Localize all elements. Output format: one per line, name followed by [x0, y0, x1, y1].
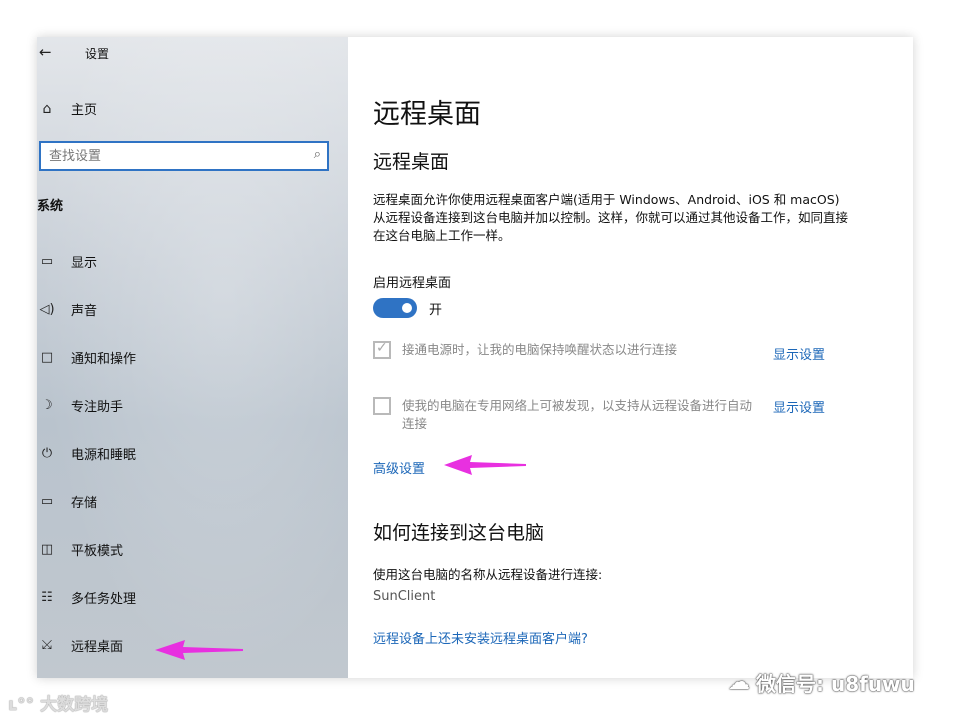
home-icon: ⌂ — [42, 100, 52, 117]
annotation-arrow-icon — [444, 455, 526, 475]
sidebar-home[interactable]: ⌂ 主页 — [37, 99, 98, 119]
speaker-icon: ◁) — [39, 301, 55, 317]
watermark-logo-icon: ʟ°° — [8, 695, 35, 715]
back-arrow-icon[interactable]: ← — [39, 43, 52, 61]
how-to-connect-title: 如何连接到这台电脑 — [373, 522, 545, 544]
description: 远程桌面允许你使用远程桌面客户端(适用于 Windows、Android、iOS… — [373, 192, 849, 243]
show-settings-link-2[interactable]: 显示设置 — [773, 397, 825, 416]
power-icon: ⏻ — [41, 445, 53, 461]
watermark-right-text: 微信号: u8fuwu — [756, 672, 915, 696]
annotation-arrow-icon — [155, 640, 243, 660]
toggle-state-label: 开 — [429, 303, 443, 318]
sidebar-item-multitasking[interactable]: ☷ 多任务处理 — [37, 573, 136, 621]
sidebar-item-display[interactable]: ▭ 显示 — [37, 237, 136, 285]
enable-label: 启用远程桌面 — [373, 276, 452, 291]
sidebar-item-label: 显示 — [71, 255, 98, 271]
sidebar-nav: ▭ 显示 ◁) 声音 □ 通知和操作 ☽ 专注助手 ⏻ 电源和睡眠 ▭ 存储 ◫… — [37, 237, 136, 669]
sidebar-item-label: 多任务处理 — [71, 591, 137, 607]
sidebar-item-label: 存储 — [71, 495, 98, 511]
watermark-left: ʟ°° 大数跨境 — [8, 690, 108, 715]
sidebar-home-label: 主页 — [71, 103, 98, 118]
settings-window: ← 设置 ⌂ 主页 ⌕ 系统 ▭ 显示 ◁) 声音 □ 通知和操作 — [37, 37, 913, 678]
sidebar-item-remote-desktop[interactable]: ⤩ 远程桌面 — [37, 621, 136, 669]
page-title: 远程桌面 — [373, 99, 481, 130]
search-box[interactable]: ⌕ — [39, 141, 329, 171]
main-panel: 远程桌面 远程桌面 远程桌面允许你使用远程桌面客户端(适用于 Windows、A… — [348, 37, 913, 678]
monitor-icon: ▭ — [40, 253, 54, 269]
sidebar-item-notifications[interactable]: □ 通知和操作 — [37, 333, 136, 381]
toggle-knob — [402, 303, 412, 313]
sidebar-item-label: 远程桌面 — [71, 639, 124, 655]
sidebar-item-power[interactable]: ⏻ 电源和睡眠 — [37, 429, 136, 477]
sidebar-item-label: 电源和睡眠 — [71, 447, 137, 463]
remote-desktop-toggle[interactable] — [373, 298, 417, 318]
moon-icon: ☽ — [41, 397, 53, 413]
sidebar-item-label: 声音 — [71, 303, 98, 319]
sidebar-item-label: 专注助手 — [71, 399, 124, 415]
keep-awake-label: 接通电源时，让我的电脑保持唤醒状态以进行连接 — [402, 342, 678, 357]
watermark-right: ☁ 微信号: u8fuwu — [728, 668, 915, 697]
sidebar: ← 设置 ⌂ 主页 ⌕ 系统 ▭ 显示 ◁) 声音 □ 通知和操作 — [37, 37, 348, 678]
multitask-icon: ☷ — [41, 589, 53, 605]
discoverable-checkbox[interactable] — [373, 397, 391, 415]
sidebar-item-storage[interactable]: ▭ 存储 — [37, 477, 136, 525]
tablet-icon: ◫ — [40, 541, 54, 557]
wechat-icon: ☁ — [728, 670, 750, 695]
storage-icon: ▭ — [40, 493, 54, 509]
client-not-installed-link[interactable]: 远程设备上还未安装远程桌面客户端? — [373, 628, 588, 647]
search-input[interactable] — [41, 143, 299, 169]
how-to-connect-text: 使用这台电脑的名称从远程设备进行连接: — [373, 567, 603, 582]
sidebar-item-tablet[interactable]: ◫ 平板模式 — [37, 525, 136, 573]
show-settings-link-1[interactable]: 显示设置 — [773, 344, 825, 363]
notification-icon: □ — [40, 349, 54, 365]
sidebar-item-focus-assist[interactable]: ☽ 专注助手 — [37, 381, 136, 429]
sidebar-item-label: 平板模式 — [71, 543, 124, 559]
app-title: 设置 — [85, 47, 110, 61]
section-title: 远程桌面 — [373, 151, 450, 173]
advanced-settings-link[interactable]: 高级设置 — [373, 458, 425, 477]
keep-awake-checkbox[interactable]: ✓ — [373, 340, 391, 359]
checkmark-icon: ✓ — [376, 340, 388, 356]
sidebar-item-label: 通知和操作 — [71, 351, 137, 367]
section-label: 系统 — [37, 199, 64, 214]
sidebar-item-sound[interactable]: ◁) 声音 — [37, 285, 136, 333]
pc-name: SunClient — [373, 589, 436, 604]
remote-desktop-icon: ⤩ — [41, 637, 53, 653]
search-icon[interactable]: ⌕ — [314, 147, 321, 162]
discoverable-label: 使我的电脑在专用网络上可被发现，以支持从远程设备进行自动连接 — [402, 398, 753, 431]
watermark-left-text: 大数跨境 — [40, 695, 109, 715]
